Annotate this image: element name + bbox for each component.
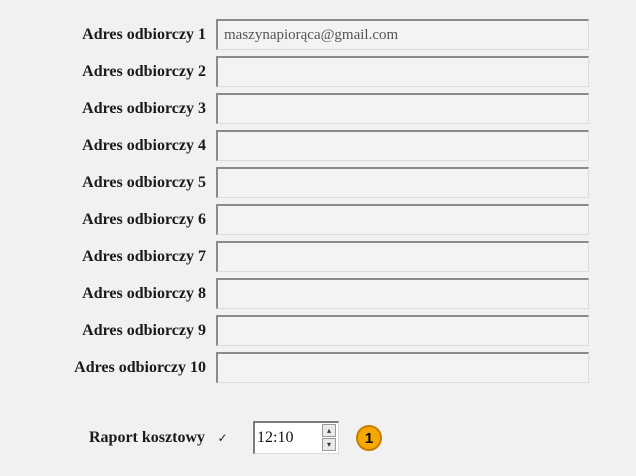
report-checkbox[interactable]: ✓ (216, 431, 229, 444)
recipient-row-7: Adres odbiorczy 7 (0, 240, 636, 274)
recipient-row-6: Adres odbiorczy 6 (0, 203, 636, 237)
recipient-label-4: Adres odbiorczy 4 (82, 137, 206, 154)
recipient-row-8: Adres odbiorczy 8 (0, 277, 636, 311)
recipient-label-3: Adres odbiorczy 3 (82, 100, 206, 117)
recipient-label-2: Adres odbiorczy 2 (82, 63, 206, 80)
recipient-label-5: Adres odbiorczy 5 (82, 174, 206, 191)
recipient-input-7[interactable] (216, 241, 589, 272)
recipient-row-9: Adres odbiorczy 9 (0, 314, 636, 348)
recipient-row-5: Adres odbiorczy 5 (0, 166, 636, 200)
recipient-row-2: Adres odbiorczy 2 (0, 55, 636, 89)
spin-buttons: ▴ ▾ (322, 424, 336, 452)
recipient-input-8[interactable] (216, 278, 589, 309)
spin-up-button[interactable]: ▴ (322, 424, 336, 437)
recipient-form: Adres odbiorczy 1 Adres odbiorczy 2 Adre… (0, 0, 636, 476)
recipient-label-6: Adres odbiorczy 6 (82, 211, 206, 228)
recipient-label-1: Adres odbiorczy 1 (82, 26, 206, 43)
recipient-input-6[interactable] (216, 204, 589, 235)
recipient-label-10: Adres odbiorczy 10 (74, 359, 206, 376)
recipient-input-1[interactable] (216, 19, 589, 50)
recipient-input-9[interactable] (216, 315, 589, 346)
recipient-input-2[interactable] (216, 56, 589, 87)
recipient-row-1: Adres odbiorczy 1 (0, 18, 636, 52)
recipient-row-10: Adres odbiorczy 10 (0, 351, 636, 385)
spin-down-button[interactable]: ▾ (322, 438, 336, 451)
recipient-input-10[interactable] (216, 352, 589, 383)
time-spinner: ▴ ▾ (253, 421, 339, 454)
recipient-input-5[interactable] (216, 167, 589, 198)
recipient-input-4[interactable] (216, 130, 589, 161)
time-input[interactable] (257, 425, 317, 451)
recipient-row-4: Adres odbiorczy 4 (0, 129, 636, 163)
recipient-label-8: Adres odbiorczy 8 (82, 285, 206, 302)
recipient-label-9: Adres odbiorczy 9 (82, 322, 206, 339)
recipient-row-3: Adres odbiorczy 3 (0, 92, 636, 126)
report-label: Raport kosztowy (89, 429, 205, 446)
recipient-input-3[interactable] (216, 93, 589, 124)
callout-badge: 1 (356, 425, 382, 451)
recipient-label-7: Adres odbiorczy 7 (82, 248, 206, 265)
report-row: Raport kosztowy ✓ ▴ ▾ 1 (0, 418, 636, 458)
